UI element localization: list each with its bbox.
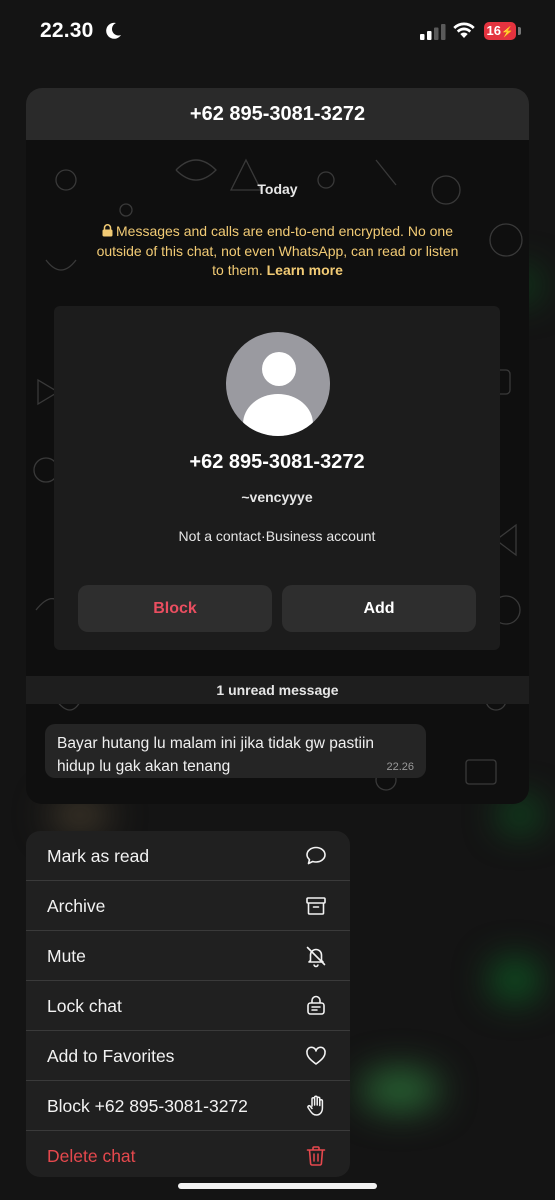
background-blur [500, 800, 540, 830]
battery-indicator: 16⚡ [484, 22, 516, 40]
message-bubble[interactable]: Bayar hutang lu malam ini jika tidak gw … [45, 724, 426, 778]
wifi-icon [453, 22, 475, 38]
menu-item-label: Mute [47, 946, 86, 966]
moon-icon [106, 22, 121, 39]
chat-bubble-icon [306, 846, 326, 865]
background-blur [50, 800, 110, 830]
cellular-signal-icon [420, 24, 446, 40]
battery-tip [518, 27, 521, 35]
menu-item-label: Mark as read [47, 846, 150, 866]
menu-item-add-to-favorites[interactable]: Add to Favorites [26, 1031, 350, 1081]
status-bar: 22.30 16⚡ [0, 0, 555, 64]
charging-bolt-icon: ⚡ [501, 27, 514, 38]
block-button[interactable]: Block [78, 585, 272, 632]
menu-item-label: Block +62 895-3081-3272 [47, 1096, 248, 1116]
message-time: 22.26 [386, 761, 414, 773]
contact-username: ~vencyyye [241, 489, 313, 505]
home-indicator[interactable] [178, 1183, 377, 1189]
menu-item-mute[interactable]: Mute [26, 931, 350, 981]
menu-item-label: Archive [47, 896, 106, 916]
hand-raised-icon [307, 1095, 324, 1116]
lock-icon [102, 224, 113, 237]
context-menu: Mark as read Archive Mute Lock chat Add … [26, 831, 350, 1177]
menu-item-block-contact[interactable]: Block +62 895-3081-3272 [26, 1081, 350, 1131]
menu-item-lock-chat[interactable]: Lock chat [26, 981, 350, 1031]
add-contact-button[interactable]: Add [282, 585, 476, 632]
learn-more-link[interactable]: Learn more [267, 262, 343, 278]
menu-item-label: Add to Favorites [47, 1046, 175, 1066]
menu-item-delete-chat[interactable]: Delete chat [26, 1131, 350, 1177]
chat-preview[interactable]: +62 895-3081-3272 Today Messages and cal… [26, 88, 529, 804]
contact-info-card: +62 895-3081-3272 ~vencyyye Not a contac… [54, 306, 500, 650]
status-time: 22.30 [40, 19, 94, 42]
background-blur [360, 1070, 440, 1110]
trash-icon [306, 1146, 326, 1166]
menu-item-label: Lock chat [47, 996, 122, 1016]
background-blur [490, 960, 540, 1000]
unread-divider: 1 unread message [26, 676, 529, 704]
message-text: Bayar hutang lu malam ini jika tidak gw … [57, 735, 375, 775]
chat-lock-icon [307, 995, 325, 1015]
avatar-body [243, 394, 313, 436]
avatar-head [262, 352, 296, 386]
contact-number: +62 895-3081-3272 [189, 451, 365, 473]
avatar[interactable] [226, 332, 330, 436]
heart-icon [306, 1046, 326, 1065]
contact-meta: Not a contact·Business account [178, 528, 376, 544]
chat-title: +62 895-3081-3272 [26, 88, 529, 140]
menu-item-mark-as-read[interactable]: Mark as read [26, 831, 350, 881]
menu-item-label: Delete chat [47, 1146, 136, 1166]
menu-item-archive[interactable]: Archive [26, 881, 350, 931]
encryption-notice[interactable]: Messages and calls are end-to-end encryp… [92, 222, 463, 281]
date-label: Today [257, 181, 298, 197]
bell-slash-icon [306, 946, 326, 968]
archive-box-icon [306, 897, 326, 915]
battery-level: 16 [486, 23, 501, 38]
